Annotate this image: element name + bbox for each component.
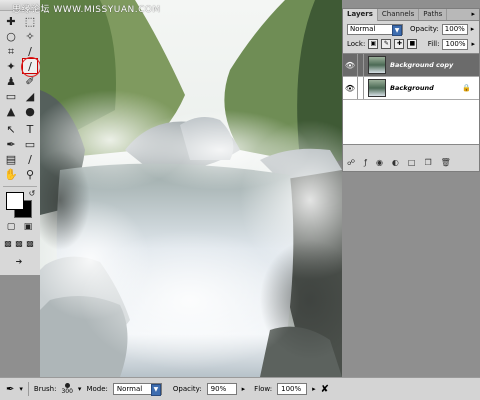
fill-input[interactable]: 100% xyxy=(442,38,469,50)
opacity-slider-arrow-icon[interactable]: ▸ xyxy=(471,25,475,33)
opacity-label: Opacity: xyxy=(410,25,439,33)
history-brush-tool-icon[interactable]: ✐ xyxy=(22,73,38,89)
magic-wand-tool-icon[interactable]: ✧ xyxy=(22,28,38,44)
fill-label: Fill: xyxy=(427,40,440,48)
fill-slider-arrow-icon[interactable]: ▸ xyxy=(471,40,475,48)
lock-image-icon[interactable]: ✎ xyxy=(381,39,392,49)
opacity-input[interactable]: 100% xyxy=(441,23,468,35)
eraser-tool-icon[interactable]: ▭ xyxy=(3,88,19,104)
palette-footer: ☍ ƒ ◉ ◐ □ ❐ 🗑 xyxy=(347,158,475,168)
airbrush-icon[interactable]: ✘ xyxy=(321,384,329,395)
chevron-down-icon: ▼ xyxy=(392,24,402,36)
zoom-tool-icon[interactable]: ⚲ xyxy=(22,166,38,182)
toolbox: ✚ ⬚ ○ ✧ ⌗ ∕ ✦ ∕ ♟ ✐ ▭ ◢ ▲ ● ↖ T ✒ ▭ ▤ ∕ ✋ ⚲ ↺ ▢ ▣ ▩ ▩ ▩ ➔ xyxy=(0,0,41,275)
quick-mask-mode-icon[interactable]: ▣ xyxy=(21,221,35,233)
opacity-input[interactable]: 90% xyxy=(206,383,237,395)
blur-tool-icon[interactable]: ▲ xyxy=(3,103,19,119)
lock-all-icon[interactable]: ■ xyxy=(407,39,418,49)
layer-name: Background xyxy=(390,84,434,92)
layer-name: Background copy xyxy=(390,61,454,69)
flow-label: Flow: xyxy=(254,385,273,393)
chevron-down-icon: ▼ xyxy=(150,384,161,396)
tab-paths[interactable]: Paths xyxy=(419,9,448,20)
paint-bucket-tool-icon[interactable]: ◢ xyxy=(22,88,38,104)
lock-transparency-icon[interactable]: ▣ xyxy=(368,39,379,49)
flow-slider-arrow-icon[interactable]: ▸ xyxy=(312,385,316,393)
canvas-image xyxy=(40,0,342,377)
lock-icon: 🔒 xyxy=(462,84,471,92)
document-canvas[interactable] xyxy=(40,0,342,377)
brush-label: Brush: xyxy=(33,385,57,393)
crop-tool-icon[interactable]: ⌗ xyxy=(3,43,19,59)
tab-channels[interactable]: Channels xyxy=(378,9,420,20)
type-tool-icon[interactable]: T xyxy=(22,121,38,137)
screen-mode-full-menu-icon[interactable]: ▩ xyxy=(14,238,24,250)
new-layer-icon[interactable]: ❐ xyxy=(424,158,431,168)
slice-tool-icon[interactable]: ∕ xyxy=(22,43,38,59)
layer-link-slot[interactable] xyxy=(358,54,364,76)
eye-icon[interactable]: 👁 xyxy=(343,77,358,99)
marquee-tool-icon[interactable]: ⬚ xyxy=(22,13,38,29)
mode-select[interactable]: Normal ▼ xyxy=(112,383,162,396)
opacity-slider-arrow-icon[interactable]: ▸ xyxy=(242,385,246,393)
adjustment-layer-icon[interactable]: ◐ xyxy=(392,158,399,168)
layer-thumbnail xyxy=(368,79,386,97)
mode-value: Normal xyxy=(116,385,143,393)
palette-tabs: Layers Channels Paths ▸ xyxy=(343,9,479,21)
flow-input[interactable]: 100% xyxy=(277,383,308,395)
mode-label: Mode: xyxy=(86,385,108,393)
standard-mode-icon[interactable]: ▢ xyxy=(4,221,18,233)
options-divider xyxy=(27,382,29,396)
clone-stamp-tool-icon[interactable]: ♟ xyxy=(3,73,19,89)
brush-tool-icon[interactable]: ∕ xyxy=(22,58,38,74)
foreground-color-swatch[interactable] xyxy=(6,192,24,210)
move-tool-icon[interactable]: ✚ xyxy=(3,13,19,29)
swap-colors-icon[interactable]: ↺ xyxy=(24,186,40,202)
palette-menu-icon[interactable]: ▸ xyxy=(467,9,479,20)
blend-opacity-row: Normal ▼ Opacity: 100% ▸ xyxy=(347,23,475,36)
chevron-down-icon[interactable]: ▾ xyxy=(19,385,23,393)
link-layers-icon[interactable]: ☍ xyxy=(347,158,355,168)
path-selection-tool-icon[interactable]: ↖ xyxy=(3,121,19,137)
notes-tool-icon[interactable]: ▤ xyxy=(3,151,19,167)
delete-layer-icon[interactable]: 🗑 xyxy=(441,158,451,168)
screen-mode-full-icon[interactable]: ▩ xyxy=(25,238,35,250)
brush-picker[interactable]: 300 xyxy=(61,383,73,395)
layer-mask-icon[interactable]: ◉ xyxy=(376,158,383,168)
layer-thumbnail xyxy=(368,56,386,74)
watermark-text: 思缘论坛 WWW.MISSYUAN.COM xyxy=(12,5,161,15)
tab-layers[interactable]: Layers xyxy=(343,9,378,21)
blend-mode-value: Normal xyxy=(350,24,376,33)
screen-mode-standard-icon[interactable]: ▩ xyxy=(3,238,13,250)
eyedropper-tool-icon[interactable]: ∕ xyxy=(22,151,38,167)
pen-tool-icon[interactable]: ✒ xyxy=(3,136,19,152)
blend-mode-select[interactable]: Normal ▼ xyxy=(347,23,403,36)
layers-list: 👁 Background copy 👁 Background 🔒 xyxy=(343,53,479,145)
lock-label: Lock: xyxy=(347,40,366,48)
layers-palette: Layers Channels Paths ▸ Normal ▼ Opacity… xyxy=(342,8,480,172)
layer-link-slot[interactable] xyxy=(358,77,364,99)
lasso-tool-icon[interactable]: ○ xyxy=(3,28,19,44)
brush-tool-preset-icon[interactable]: ✒ xyxy=(6,384,14,395)
jump-to-imageready-icon[interactable]: ➔ xyxy=(4,256,34,268)
eye-icon[interactable]: 👁 xyxy=(343,54,358,76)
layer-row-background-copy[interactable]: 👁 Background copy xyxy=(343,54,479,77)
dodge-tool-icon[interactable]: ● xyxy=(22,103,38,119)
lock-fill-row: Lock: ▣ ✎ ✚ ■ Fill: 100% ▸ xyxy=(347,38,475,50)
healing-brush-tool-icon[interactable]: ✦ xyxy=(3,58,19,74)
shape-tool-icon[interactable]: ▭ xyxy=(22,136,38,152)
options-bar: ✒ ▾ Brush: 300 ▾ Mode: Normal ▼ Opacity:… xyxy=(0,377,480,400)
layer-row-background[interactable]: 👁 Background 🔒 xyxy=(343,77,479,100)
chevron-down-icon[interactable]: ▾ xyxy=(78,385,82,393)
opacity-label: Opacity: xyxy=(172,385,202,393)
brush-size: 300 xyxy=(61,388,73,395)
lock-position-icon[interactable]: ✚ xyxy=(394,39,405,49)
hand-tool-icon[interactable]: ✋ xyxy=(3,166,19,182)
layer-style-icon[interactable]: ƒ xyxy=(364,158,367,168)
new-group-icon[interactable]: □ xyxy=(408,158,416,168)
